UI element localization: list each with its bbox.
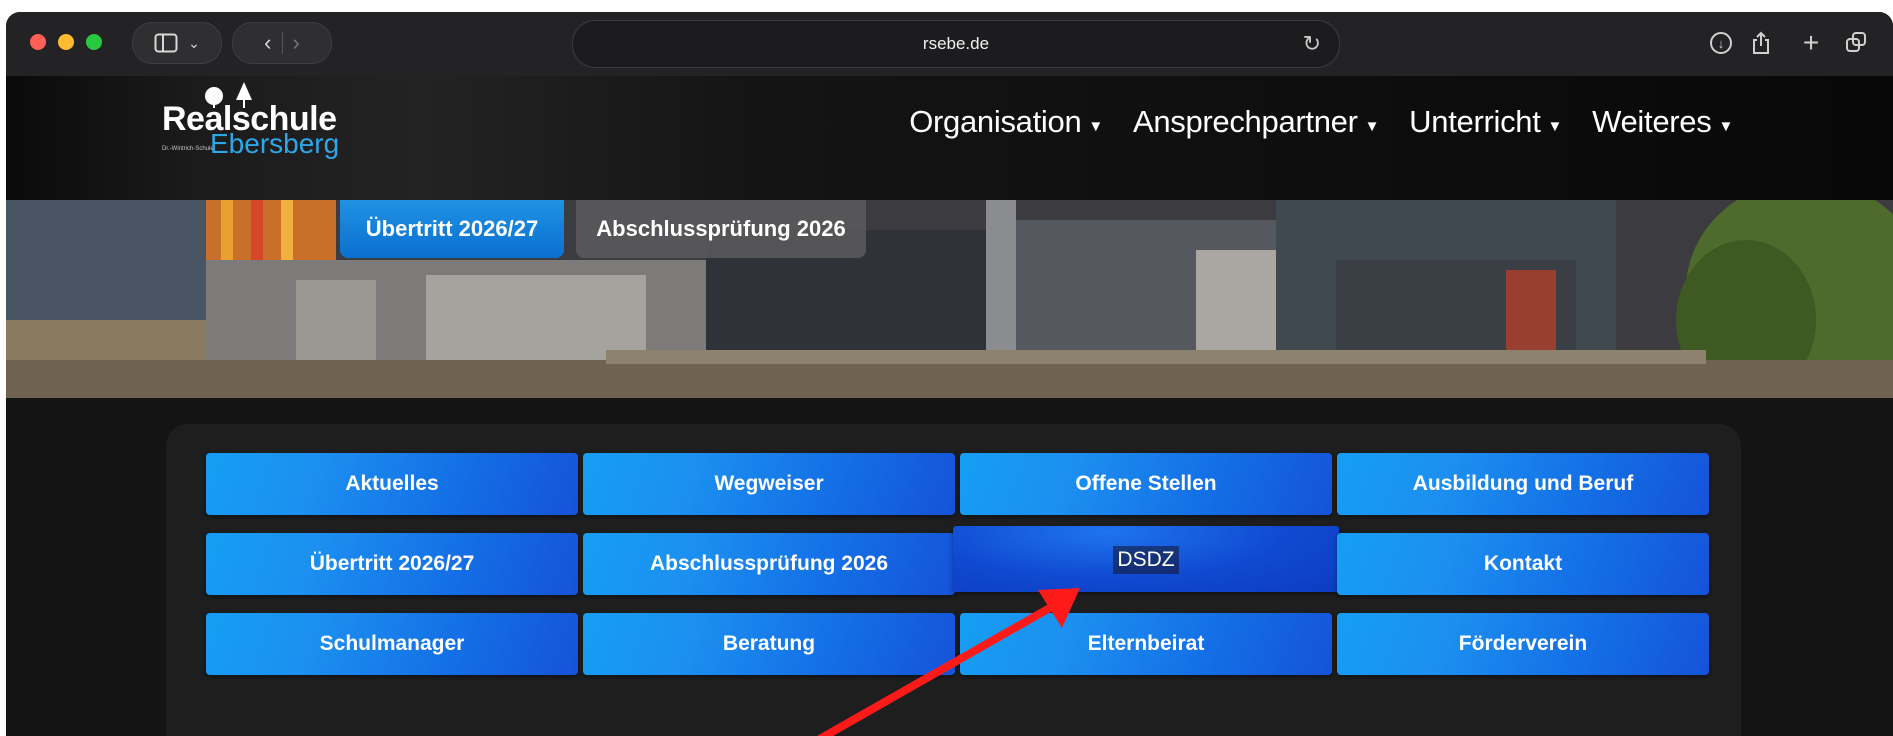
history-navigation: ‹ ›	[232, 22, 332, 64]
nav-unterricht[interactable]: Unterricht ▼	[1409, 104, 1562, 140]
tile-uebertritt[interactable]: Übertritt 2026/27	[206, 533, 578, 595]
tile-abschlusspruefung[interactable]: Abschlussprüfung 2026	[583, 533, 955, 595]
reload-icon[interactable]: ↻	[1303, 31, 1321, 57]
downloads-button[interactable]: ↓	[1706, 28, 1736, 58]
main-navigation: Organisation ▼ Ansprechpartner ▼ Unterri…	[909, 104, 1733, 140]
tile-dsdz[interactable]: DSDZ	[953, 526, 1339, 592]
tile-label: DSDZ	[1113, 546, 1179, 574]
tile-wegweiser[interactable]: Wegweiser	[583, 453, 955, 515]
address-bar[interactable]: rsebe.de ↻	[572, 20, 1340, 68]
new-tab-button[interactable]: +	[1796, 27, 1826, 58]
building-photo	[6, 200, 1893, 398]
forward-icon[interactable]: ›	[293, 30, 300, 56]
nav-label: Organisation	[909, 104, 1082, 139]
minimize-window-button[interactable]	[58, 34, 74, 50]
close-window-button[interactable]	[30, 34, 46, 50]
back-icon[interactable]: ‹	[264, 30, 271, 56]
nav-weiteres[interactable]: Weiteres ▼	[1592, 104, 1733, 140]
nav-organisation[interactable]: Organisation ▼	[909, 104, 1103, 140]
tab-overview-button[interactable]	[1842, 28, 1872, 58]
tile-beratung[interactable]: Beratung	[583, 613, 955, 675]
chevron-down-icon: ⌄	[188, 34, 200, 51]
share-button[interactable]	[1746, 28, 1776, 58]
plus-icon: +	[1802, 27, 1820, 58]
nav-label: Unterricht	[1409, 104, 1541, 139]
quick-links-section: Aktuelles Wegweiser Offene Stellen Ausbi…	[6, 398, 1893, 736]
tile-kontakt[interactable]: Kontakt	[1337, 533, 1709, 595]
hero-button-abschlusspruefung[interactable]: Abschlussprüfung 2026	[576, 200, 866, 258]
browser-toolbar: ⌄ ‹ › rsebe.de ↻ ↓ +	[6, 12, 1893, 77]
caret-down-icon: ▼	[1547, 117, 1563, 135]
browser-window: ⌄ ‹ › rsebe.de ↻ ↓ + Realschule Dr.-Wint…	[6, 12, 1893, 736]
school-logo[interactable]: Realschule Dr.-Wintrich-Schule Ebersberg	[162, 82, 382, 174]
url-text: rsebe.de	[922, 34, 990, 53]
caret-down-icon: ▼	[1718, 117, 1733, 135]
logo-city: Ebersberg	[210, 128, 340, 159]
zoom-window-button[interactable]	[86, 34, 102, 50]
nav-ansprechpartner[interactable]: Ansprechpartner ▼	[1132, 104, 1380, 140]
download-icon: ↓	[1710, 32, 1732, 54]
sidebar-toggle-button[interactable]: ⌄	[132, 22, 222, 64]
tile-foerderverein[interactable]: Förderverein	[1337, 613, 1709, 675]
tile-schulmanager[interactable]: Schulmanager	[206, 613, 578, 675]
tile-aktuelles[interactable]: Aktuelles	[206, 453, 578, 515]
tile-ausbildung-beruf[interactable]: Ausbildung und Beruf	[1337, 453, 1709, 515]
share-icon	[1753, 31, 1769, 54]
site-header: Realschule Dr.-Wintrich-Schule Ebersberg…	[6, 76, 1893, 200]
nav-label: Ansprechpartner	[1132, 104, 1358, 139]
hero-button-uebertritt[interactable]: Übertritt 2026/27	[340, 200, 564, 258]
caret-down-icon: ▼	[1088, 117, 1103, 135]
divider	[281, 32, 283, 54]
tabs-icon	[1846, 32, 1868, 54]
caret-down-icon: ▼	[1364, 117, 1380, 135]
sidebar-icon	[154, 33, 178, 53]
nav-label: Weiteres	[1592, 104, 1712, 139]
tile-elternbeirat[interactable]: Elternbeirat	[960, 613, 1332, 675]
logo-subtitle: Dr.-Wintrich-Schule	[162, 146, 214, 152]
tile-offene-stellen[interactable]: Offene Stellen	[960, 453, 1332, 515]
hero-banner: Übertritt 2026/27 Abschlussprüfung 2026	[6, 200, 1893, 398]
quick-links-panel: Aktuelles Wegweiser Offene Stellen Ausbi…	[166, 424, 1741, 736]
